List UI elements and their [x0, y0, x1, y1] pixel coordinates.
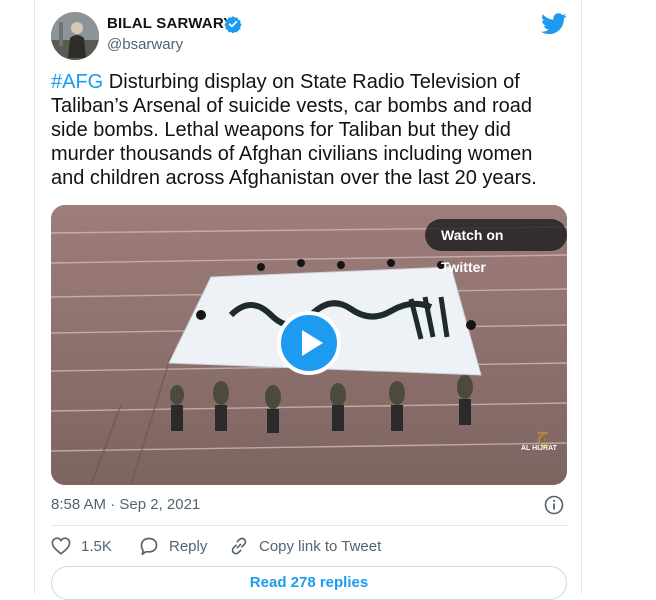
channel-watermark: AL HIJRAT: [521, 445, 557, 452]
tweet-timestamp[interactable]: 8:58 AM · Sep 2, 2021: [51, 496, 200, 513]
svg-text:ج: ج: [536, 422, 551, 447]
copy-link-label: Copy link to Tweet: [259, 537, 382, 555]
reply-label: Reply: [169, 537, 208, 555]
twitter-bird-icon[interactable]: [541, 12, 567, 36]
reply-button[interactable]: Reply: [139, 536, 207, 556]
play-button[interactable]: [277, 311, 341, 375]
heart-icon: [51, 537, 71, 555]
copy-link-button[interactable]: Copy link to Tweet: [229, 536, 381, 556]
user-handle[interactable]: @bsarwary: [107, 36, 183, 53]
hashtag-link[interactable]: #AFG: [51, 71, 103, 93]
link-icon: [231, 537, 247, 555]
divider: [51, 525, 567, 526]
tweet-body: Disturbing display on State Radio Televi…: [51, 71, 537, 189]
like-count: 1.5K: [81, 537, 112, 555]
verified-badge-icon: [224, 16, 242, 33]
read-replies-button[interactable]: Read 278 replies: [51, 566, 567, 600]
avatar[interactable]: [51, 12, 99, 60]
video-thumbnail[interactable]: ج Watch on Twitter AL HIJRAT: [51, 205, 567, 485]
tweet-card: BILAL SARWARY @bsarwary #AFG Disturbing …: [34, 0, 582, 600]
like-button[interactable]: 1.5K: [51, 536, 112, 556]
watch-on-twitter-button[interactable]: Watch on Twitter: [425, 219, 567, 275]
info-icon[interactable]: [544, 495, 564, 515]
play-icon: [302, 330, 323, 356]
display-name[interactable]: BILAL SARWARY: [107, 15, 234, 32]
reply-icon: [140, 537, 158, 556]
tweet-text: #AFG Disturbing display on State Radio T…: [51, 70, 571, 190]
